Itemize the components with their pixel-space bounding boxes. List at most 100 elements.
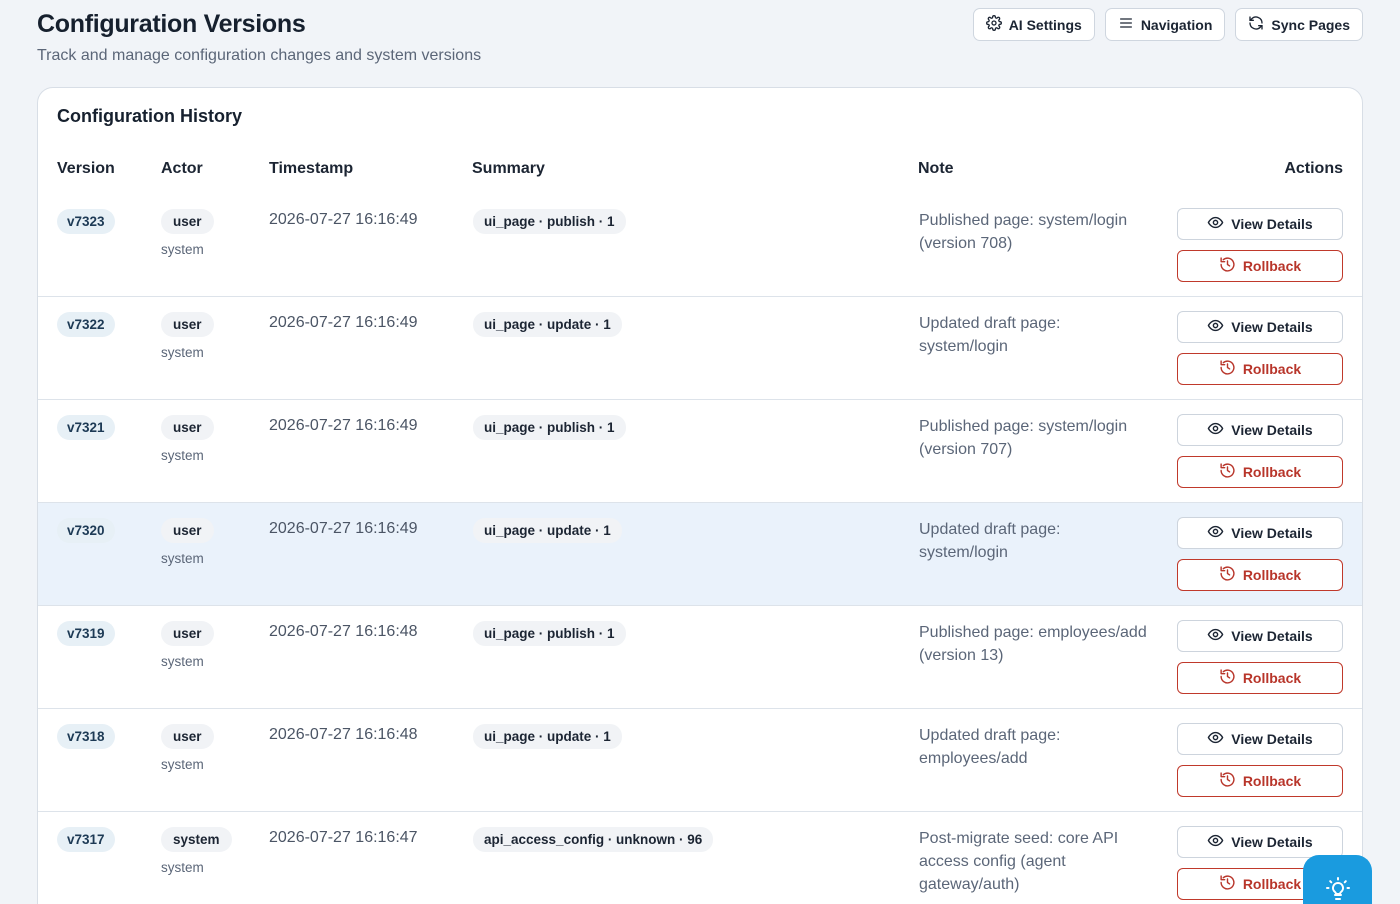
lightbulb-icon xyxy=(1325,877,1350,904)
note-text: Post-migrate seed: core API access confi… xyxy=(919,830,1119,893)
navigation-label: Navigation xyxy=(1140,16,1213,33)
gear-icon xyxy=(985,15,1002,34)
actor-source: system xyxy=(161,860,204,875)
rollback-label: Rollback xyxy=(1242,773,1302,789)
rollback-button[interactable]: Rollback xyxy=(1177,456,1343,488)
toolbar: AI Settings Navigation Sync Pages xyxy=(972,8,1363,41)
version-badge: v7317 xyxy=(57,827,115,852)
version-badge: v7319 xyxy=(57,621,115,646)
view-details-button[interactable]: View Details xyxy=(1177,723,1343,755)
rollback-label: Rollback xyxy=(1242,258,1302,274)
view-details-label: View Details xyxy=(1231,525,1313,541)
actor-badge: system xyxy=(161,827,232,852)
rollback-button[interactable]: Rollback xyxy=(1177,353,1343,385)
card-title: Configuration History xyxy=(57,106,242,126)
rollback-button[interactable]: Rollback xyxy=(1177,250,1343,282)
sync-pages-label: Sync Pages xyxy=(1271,16,1350,33)
view-details-label: View Details xyxy=(1231,216,1313,232)
view-details-button[interactable]: View Details xyxy=(1177,517,1343,549)
summary-badge: ui_page · update · 1 xyxy=(473,312,622,337)
note-text: Published page: system/login (version 70… xyxy=(919,212,1128,252)
ai-settings-label: AI Settings xyxy=(1008,16,1082,33)
summary-badge: ui_page · update · 1 xyxy=(473,724,622,749)
actor-badge: user xyxy=(161,621,214,646)
navigation-button[interactable]: Navigation xyxy=(1104,8,1226,41)
eye-icon xyxy=(1207,523,1224,543)
eye-icon xyxy=(1207,317,1224,337)
view-details-button[interactable]: View Details xyxy=(1177,311,1343,343)
column-header-actions: Actions xyxy=(1284,160,1343,177)
view-details-label: View Details xyxy=(1231,628,1313,644)
view-details-label: View Details xyxy=(1231,319,1313,335)
assistant-fab-button[interactable] xyxy=(1303,855,1372,904)
table-row: v7317 system system 2026-07-27 16:16:47 … xyxy=(38,812,1362,904)
actor-source: system xyxy=(161,551,204,566)
page-subtitle: Track and manage configuration changes a… xyxy=(37,47,482,64)
rollback-button[interactable]: Rollback xyxy=(1177,662,1343,694)
view-details-button[interactable]: View Details xyxy=(1177,620,1343,652)
rollback-button[interactable]: Rollback xyxy=(1177,765,1343,797)
rollback-label: Rollback xyxy=(1242,876,1302,892)
version-badge: v7318 xyxy=(57,724,115,749)
history-icon xyxy=(1219,256,1236,276)
actor-badge: user xyxy=(161,415,214,440)
column-header-timestamp: Timestamp xyxy=(269,160,354,177)
rollback-button[interactable]: Rollback xyxy=(1177,559,1343,591)
column-header-note: Note xyxy=(918,160,954,177)
timestamp: 2026-07-27 16:16:49 xyxy=(269,314,418,331)
actor-source: system xyxy=(161,242,204,257)
page-title: Configuration Versions xyxy=(37,10,306,38)
note-text: Updated draft page: system/login xyxy=(919,315,1061,355)
timestamp: 2026-07-27 16:16:49 xyxy=(269,520,418,537)
timestamp: 2026-07-27 16:16:47 xyxy=(269,829,418,846)
note-text: Updated draft page: system/login xyxy=(919,521,1061,561)
view-details-button[interactable]: View Details xyxy=(1177,414,1343,446)
summary-badge: ui_page · update · 1 xyxy=(473,518,622,543)
actor-source: system xyxy=(161,654,204,669)
sync-icon xyxy=(1248,15,1264,34)
table-row: v7321 user system 2026-07-27 16:16:49 ui… xyxy=(38,400,1362,503)
summary-badge: ui_page · publish · 1 xyxy=(473,209,626,234)
timestamp: 2026-07-27 16:16:48 xyxy=(269,726,418,743)
history-icon xyxy=(1219,462,1236,482)
eye-icon xyxy=(1207,420,1224,440)
rollback-label: Rollback xyxy=(1242,361,1302,377)
actor-badge: user xyxy=(161,209,214,234)
history-icon xyxy=(1219,771,1236,791)
actor-source: system xyxy=(161,757,204,772)
timestamp: 2026-07-27 16:16:49 xyxy=(269,211,418,228)
column-header-actor: Actor xyxy=(161,160,203,177)
version-badge: v7321 xyxy=(57,415,115,440)
actor-badge: user xyxy=(161,518,214,543)
eye-icon xyxy=(1207,214,1224,234)
history-icon xyxy=(1219,359,1236,379)
view-details-button[interactable]: View Details xyxy=(1177,826,1343,858)
rollback-label: Rollback xyxy=(1242,670,1302,686)
version-badge: v7323 xyxy=(57,209,115,234)
view-details-button[interactable]: View Details xyxy=(1177,208,1343,240)
table-row: v7320 user system 2026-07-27 16:16:49 ui… xyxy=(38,503,1362,606)
column-header-version: Version xyxy=(57,160,115,177)
table-row: v7323 user system 2026-07-27 16:16:49 ui… xyxy=(38,194,1362,297)
timestamp: 2026-07-27 16:16:48 xyxy=(269,623,418,640)
eye-icon xyxy=(1207,832,1224,852)
version-badge: v7320 xyxy=(57,518,115,543)
eye-icon xyxy=(1207,626,1224,646)
note-text: Published page: system/login (version 70… xyxy=(919,418,1128,458)
table-row: v7318 user system 2026-07-27 16:16:48 ui… xyxy=(38,709,1362,812)
ai-settings-button[interactable]: AI Settings xyxy=(972,8,1095,41)
actor-source: system xyxy=(161,345,204,360)
table-header: Version Actor Timestamp Summary Note Act… xyxy=(38,148,1362,194)
summary-badge: ui_page · publish · 1 xyxy=(473,415,626,440)
note-text: Published page: employees/add (version 1… xyxy=(919,624,1147,664)
table-row: v7322 user system 2026-07-27 16:16:49 ui… xyxy=(38,297,1362,400)
note-text: Updated draft page: employees/add xyxy=(919,727,1061,767)
actor-badge: user xyxy=(161,312,214,337)
sync-pages-button[interactable]: Sync Pages xyxy=(1235,8,1363,41)
eye-icon xyxy=(1207,729,1224,749)
table-body: v7323 user system 2026-07-27 16:16:49 ui… xyxy=(38,194,1362,904)
table-row: v7319 user system 2026-07-27 16:16:48 ui… xyxy=(38,606,1362,709)
history-icon xyxy=(1219,565,1236,585)
actor-source: system xyxy=(161,448,204,463)
rollback-label: Rollback xyxy=(1242,464,1302,480)
